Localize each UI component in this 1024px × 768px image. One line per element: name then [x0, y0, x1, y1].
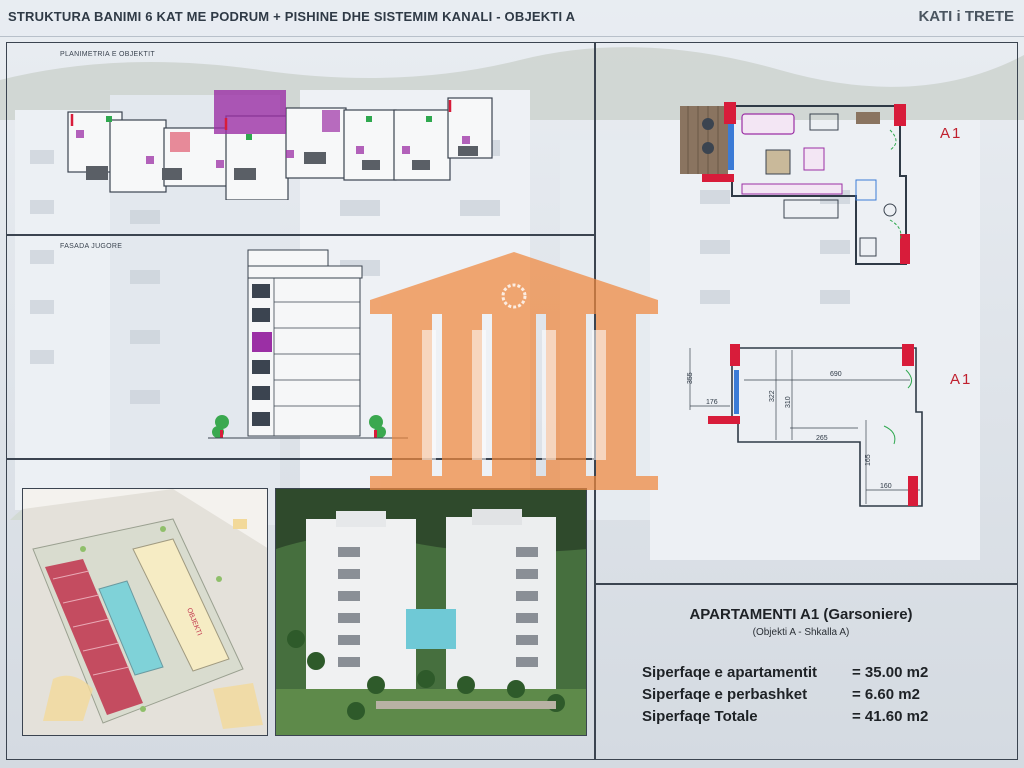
unit-tag-top: A1 [940, 125, 963, 142]
watermark-logo [370, 252, 658, 490]
area-value: = 41.60 m2 [852, 708, 929, 725]
dimension-label: 690 [830, 371, 842, 378]
area-label: Siperfaqe e apartamentit [642, 664, 818, 681]
dimension-label: 160 [880, 483, 892, 490]
building-render-photo [275, 488, 587, 736]
facade-section-label: FASADA JUGORE [60, 243, 123, 250]
divider-plan [6, 234, 595, 236]
area-value: = 35.00 m2 [852, 664, 929, 681]
dimension-label: 322 [769, 390, 776, 402]
dimension-label: 176 [706, 399, 718, 406]
area-value: = 6.60 m2 [852, 686, 920, 703]
area-label: Siperfaqe Totale [642, 708, 758, 725]
dimension-label: 265 [816, 435, 828, 442]
building-floor-plan [67, 90, 493, 200]
dimension-label: 355 [687, 372, 694, 384]
apartment-title: APARTAMENTI A1 (Garsoniere) [689, 606, 913, 623]
area-label: Siperfaqe e perbashket [642, 686, 808, 703]
floor-label: KATI i TRETE [918, 8, 1014, 25]
divider-info [594, 583, 1018, 585]
apartment-a1-furnished-plan [680, 102, 910, 265]
site-plan-panel: OBJEKTI [22, 488, 268, 736]
site-plan-drawing: OBJEKTI [23, 489, 267, 735]
apartment-a1-dimension-plan: 690 265 355 176 160 322 310 165 [687, 344, 923, 507]
apartment-subtitle: (Objekti A - Shkalla A) [752, 627, 850, 638]
dimension-label: 165 [865, 454, 872, 466]
unit-tag-bottom: A1 [950, 371, 973, 388]
plan-section-label: PLANIMETRIA E OBJEKTIT [60, 51, 155, 58]
header-title: STRUKTURA BANIMI 6 KAT ME PODRUM + PISHI… [8, 9, 576, 24]
render-image [276, 489, 586, 735]
dimension-label: 310 [785, 396, 792, 408]
header-bar: STRUKTURA BANIMI 6 KAT ME PODRUM + PISHI… [0, 0, 1024, 37]
